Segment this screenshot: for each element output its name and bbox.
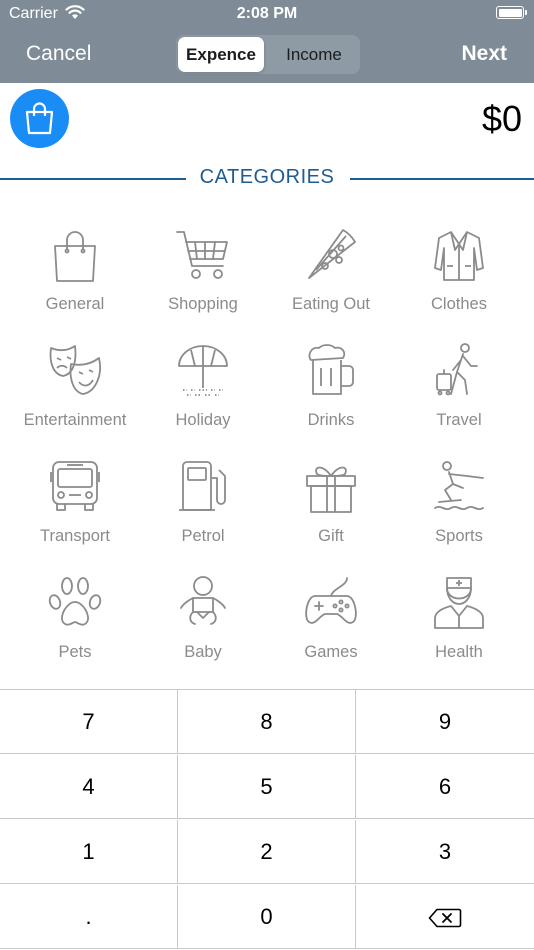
paw-print-icon: [48, 577, 102, 626]
category-label: Drinks: [307, 411, 355, 429]
category-label: Petrol: [181, 527, 225, 545]
category-travel[interactable]: Travel: [395, 338, 523, 454]
category-games[interactable]: Games: [267, 570, 395, 686]
category-eating-out[interactable]: Eating Out: [267, 222, 395, 338]
category-label: Health: [435, 643, 483, 661]
category-label: Pets: [58, 643, 92, 661]
pizza-slice-icon: [308, 229, 356, 279]
category-clothes[interactable]: Clothes: [395, 222, 523, 338]
shopping-cart-icon: [176, 231, 228, 279]
beer-mug-icon: [308, 344, 354, 395]
category-label: General: [45, 295, 105, 313]
key-0[interactable]: 0: [178, 885, 356, 949]
category-label: Eating Out: [292, 295, 370, 313]
category-label: Clothes: [431, 295, 487, 313]
category-label: Gift: [318, 527, 344, 545]
category-entertainment[interactable]: Entertainment: [11, 338, 139, 454]
backspace-icon: [428, 908, 462, 928]
next-button[interactable]: Next: [461, 42, 507, 66]
status-time: 2:08 PM: [236, 5, 298, 22]
key-5[interactable]: 5: [178, 755, 356, 819]
doctor-icon: [434, 577, 484, 629]
category-transport[interactable]: Transport: [11, 454, 139, 570]
category-label: Baby: [184, 643, 222, 661]
category-general[interactable]: General: [11, 222, 139, 338]
category-holiday[interactable]: Holiday: [139, 338, 267, 454]
key-7[interactable]: 7: [0, 690, 178, 754]
numeric-keypad: 7 8 9 4 5 6 1 2 3 . 0: [0, 689, 534, 950]
category-label: Travel: [436, 411, 482, 429]
shopping-bag-icon: [25, 102, 54, 135]
category-label: Holiday: [175, 411, 231, 429]
category-sports[interactable]: Sports: [395, 454, 523, 570]
gamepad-icon: [305, 577, 357, 624]
header: Carrier 2:08 PM Cancel Expence Income Ne…: [0, 0, 534, 83]
segment-income[interactable]: Income: [270, 37, 358, 72]
amount-display: $0: [481, 98, 522, 139]
category-label: Sports: [435, 527, 483, 545]
theater-masks-icon: [49, 345, 101, 395]
key-9[interactable]: 9: [356, 690, 534, 754]
cancel-button[interactable]: Cancel: [26, 42, 91, 66]
key-6[interactable]: 6: [356, 755, 534, 819]
jacket-icon: [434, 231, 484, 281]
shopping-bag-icon: [54, 231, 96, 282]
key-1[interactable]: 1: [0, 820, 178, 884]
water-ski-icon: [434, 461, 484, 511]
key-decimal[interactable]: .: [0, 885, 178, 949]
category-label: Shopping: [168, 295, 238, 313]
category-label: Transport: [40, 527, 110, 545]
key-8[interactable]: 8: [178, 690, 356, 754]
baby-icon: [180, 576, 226, 625]
beach-umbrella-icon: [178, 345, 228, 396]
segment-expence[interactable]: Expence: [178, 37, 264, 72]
key-delete[interactable]: [356, 885, 534, 949]
type-segmented-control: Expence Income: [176, 35, 360, 74]
gift-box-icon: [306, 466, 356, 513]
bus-icon: [50, 461, 100, 511]
category-drinks[interactable]: Drinks: [267, 338, 395, 454]
key-4[interactable]: 4: [0, 755, 178, 819]
category-label: Games: [304, 643, 358, 661]
category-shopping[interactable]: Shopping: [139, 222, 267, 338]
status-bar: Carrier 2:08 PM: [0, 0, 534, 28]
category-label: Entertainment: [23, 411, 127, 429]
divider-right: [350, 178, 534, 180]
selected-category-badge[interactable]: [10, 89, 69, 148]
key-2[interactable]: 2: [178, 820, 356, 884]
category-petrol[interactable]: Petrol: [139, 454, 267, 570]
category-baby[interactable]: Baby: [139, 570, 267, 686]
category-pets[interactable]: Pets: [11, 570, 139, 686]
key-3[interactable]: 3: [356, 820, 534, 884]
battery-icon: [496, 6, 527, 19]
traveler-luggage-icon: [436, 343, 478, 396]
fuel-pump-icon: [179, 461, 226, 511]
category-gift[interactable]: Gift: [267, 454, 395, 570]
category-health[interactable]: Health: [395, 570, 523, 686]
